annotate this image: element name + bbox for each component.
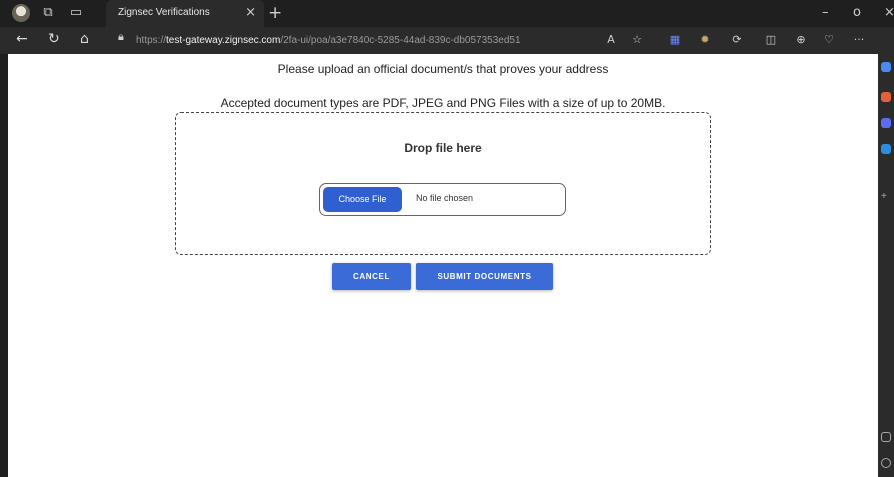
url-protocol: https:// (136, 35, 167, 46)
sidebar-search-icon[interactable] (881, 62, 891, 72)
file-input[interactable]: Choose File No file chosen (319, 183, 566, 216)
sidebar-outlook-icon[interactable] (881, 144, 891, 154)
lock-icon[interactable]: 🔒︎ (118, 31, 124, 44)
choose-file-button[interactable]: Choose File (323, 187, 402, 212)
submit-documents-button[interactable]: SUBMIT DOCUMENTS (416, 263, 553, 290)
minimize-button[interactable]: – (822, 5, 829, 20)
more-menu-icon[interactable]: ··· (852, 33, 866, 47)
accepted-types-text: Accepted document types are PDF, JPEG an… (220, 96, 666, 110)
tab-actions-icon[interactable]: ▭ (68, 5, 84, 21)
sidebar-tools-icon[interactable] (881, 118, 891, 128)
page-viewport: Please upload an official document/s tha… (8, 54, 878, 477)
url-path: /2fa-ui/poa/a3e7840c-5285-44ad-839c-db05… (280, 35, 521, 46)
refresh-icon[interactable]: ↻ (48, 31, 60, 47)
file-status-text: No file chosen (416, 193, 474, 203)
workspaces-icon[interactable]: ⧉ (40, 5, 56, 21)
url-host: test-gateway.zignsec.com (166, 35, 281, 46)
new-tab-button[interactable]: + (268, 3, 282, 23)
home-icon[interactable]: ⌂ (80, 31, 89, 47)
profile-avatar[interactable] (12, 4, 30, 22)
file-dropzone[interactable]: Drop file here Choose File No file chose… (175, 112, 711, 255)
sidebar-add-icon[interactable]: + (881, 192, 891, 202)
sidebar-hide-icon[interactable] (881, 432, 891, 442)
maximize-button[interactable]: ᴏ (853, 5, 861, 20)
browser-navbar: ← ↻ ⌂ 🔒︎ https://test-gateway.zignsec.co… (0, 27, 894, 54)
read-aloud-icon[interactable]: A (604, 33, 618, 47)
extension-grid-icon[interactable]: ▦ (668, 33, 682, 47)
extension-icon[interactable]: ✹ (698, 33, 712, 47)
address-bar[interactable]: https://test-gateway.zignsec.com/2fa-ui/… (136, 32, 606, 50)
browser-essentials-icon[interactable]: ♡ (822, 33, 836, 47)
split-screen-icon[interactable]: ◫ (764, 33, 778, 47)
sidebar-shopping-icon[interactable] (881, 92, 891, 102)
upload-instruction: Please upload an official document/s tha… (277, 62, 609, 76)
favorite-star-icon[interactable]: ☆ (630, 33, 644, 47)
edge-sidebar: + (878, 54, 894, 477)
extensions-puzzle-icon[interactable]: ⟳ (730, 33, 744, 47)
back-icon[interactable]: ← (16, 31, 28, 47)
drop-file-label: Drop file here (404, 141, 482, 155)
browser-tab-active[interactable]: Zignsec Verifications × (106, 0, 264, 27)
tab-title: Zignsec Verifications (118, 7, 210, 18)
collections-icon[interactable]: ⊕ (794, 33, 808, 47)
close-window-button[interactable]: × (884, 5, 894, 20)
sidebar-settings-icon[interactable] (881, 458, 891, 468)
browser-titlebar: ⧉ ▭ Zignsec Verifications × + – ᴏ × (0, 0, 894, 27)
cancel-button[interactable]: CANCEL (332, 263, 411, 290)
tab-close-icon[interactable]: × (245, 5, 256, 20)
